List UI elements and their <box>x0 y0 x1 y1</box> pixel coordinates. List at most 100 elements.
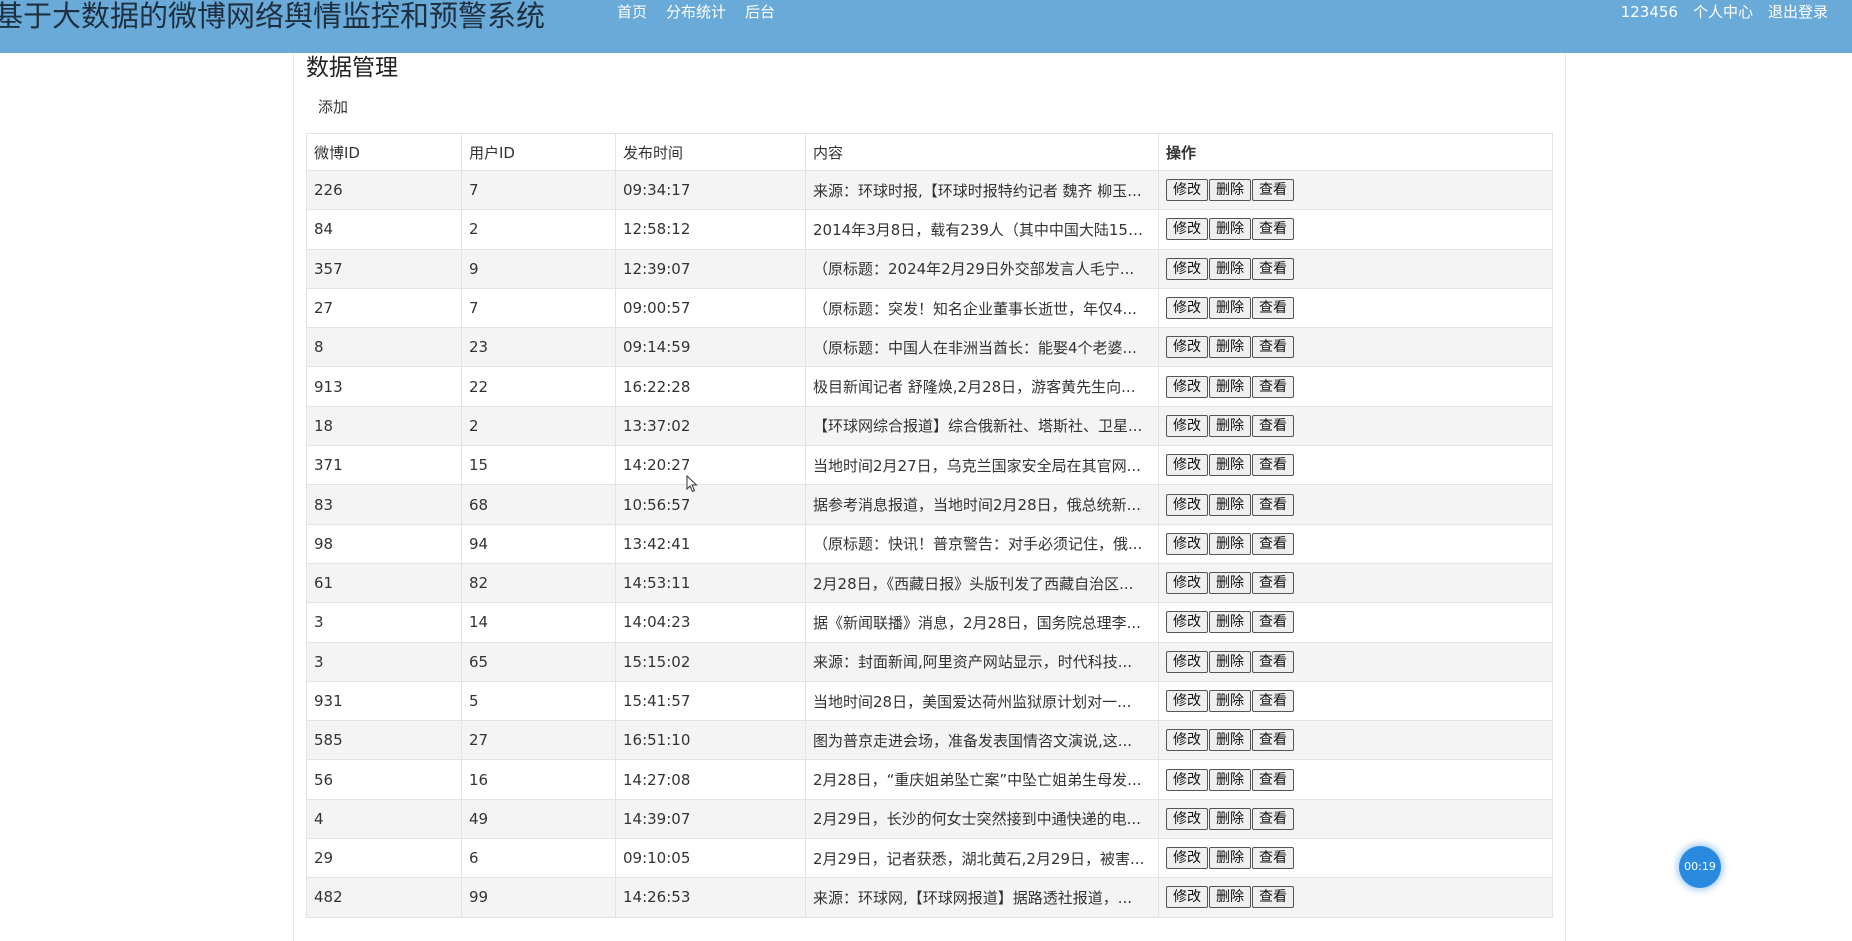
column-header-publish-time: 发布时间 <box>615 133 806 171</box>
edit-button[interactable]: 修改 <box>1166 297 1208 320</box>
table-row: 931 5 15:41:57 当地时间28日，美国爱达荷州监狱原计划对一... 修改 删除… <box>306 680 1553 722</box>
delete-button[interactable]: 删除 <box>1209 218 1251 241</box>
edit-button[interactable]: 修改 <box>1166 179 1208 202</box>
edit-button[interactable]: 修改 <box>1166 532 1208 555</box>
edit-button[interactable]: 修改 <box>1166 847 1208 870</box>
logout-link[interactable]: 退出登录 <box>1768 0 1828 24</box>
edit-button[interactable]: 修改 <box>1166 454 1208 477</box>
add-button[interactable]: 添加 <box>318 96 348 118</box>
delete-button[interactable]: 删除 <box>1209 650 1251 673</box>
table-row: 226 7 09:34:17 来源：环球时报,【环球时报特约记者 魏齐 柳玉... 修改… <box>306 169 1553 211</box>
view-button[interactable]: 查看 <box>1252 414 1294 437</box>
view-button[interactable]: 查看 <box>1252 768 1294 791</box>
edit-button[interactable]: 修改 <box>1166 572 1208 595</box>
table-row: 8 23 09:14:59 （原标题：中国人在非洲当酋长：能娶4个老婆... 修改 删除查… <box>306 327 1553 368</box>
cell-actions: 修改 删除 查看 <box>1158 209 1553 250</box>
edit-button[interactable]: 修改 <box>1166 886 1208 909</box>
view-button[interactable]: 查看 <box>1252 336 1294 359</box>
nav-distribution-stats[interactable]: 分布统计 <box>666 0 726 24</box>
cell-weibo-id: 8 <box>306 327 462 368</box>
cell-weibo-id: 61 <box>306 562 462 604</box>
cell-actions: 修改 删除 查看 <box>1158 287 1553 329</box>
edit-button[interactable]: 修改 <box>1166 611 1208 634</box>
delete-button[interactable]: 删除 <box>1209 572 1251 595</box>
view-button[interactable]: 查看 <box>1252 572 1294 595</box>
table-row: 371 15 14:20:27 当地时间2月27日，乌克兰国家安全局在其官网... 修改… <box>306 445 1553 486</box>
view-button[interactable]: 查看 <box>1252 257 1294 280</box>
cell-weibo-id: 3 <box>306 641 462 682</box>
view-button[interactable]: 查看 <box>1252 729 1294 752</box>
column-header-content: 内容 <box>805 133 1159 171</box>
cell-actions: 修改 删除 查看 <box>1158 327 1553 368</box>
cell-user-id: 9 <box>461 248 616 289</box>
view-button[interactable]: 查看 <box>1252 493 1294 516</box>
delete-button[interactable]: 删除 <box>1209 847 1251 870</box>
view-button[interactable]: 查看 <box>1252 847 1294 870</box>
nav-admin[interactable]: 后台 <box>745 0 775 24</box>
delete-button[interactable]: 删除 <box>1209 375 1251 398</box>
view-button[interactable]: 查看 <box>1252 650 1294 673</box>
cell-user-id: 23 <box>461 327 616 368</box>
username-label: 123456 <box>1620 3 1678 21</box>
edit-button[interactable]: 修改 <box>1166 257 1208 280</box>
delete-button[interactable]: 删除 <box>1209 729 1251 752</box>
cell-content: 【环球网综合报道】综合俄新社、塔斯社、卫星... <box>805 405 1159 447</box>
delete-button[interactable]: 删除 <box>1209 690 1251 712</box>
cell-content: 2月29日，长沙的何女士突然接到中通快递的电... <box>805 798 1159 840</box>
timer-badge[interactable]: 00:19 <box>1679 846 1721 888</box>
cell-actions: 修改 删除 查看 <box>1158 641 1553 682</box>
edit-button[interactable]: 修改 <box>1166 218 1208 241</box>
nav-home[interactable]: 首页 <box>617 0 647 24</box>
delete-button[interactable]: 删除 <box>1209 257 1251 280</box>
cell-user-id: 94 <box>461 523 616 564</box>
cell-user-id: 6 <box>461 838 616 879</box>
cell-actions: 修改 删除 查看 <box>1158 366 1553 407</box>
edit-button[interactable]: 修改 <box>1166 650 1208 673</box>
delete-button[interactable]: 删除 <box>1209 768 1251 791</box>
view-button[interactable]: 查看 <box>1252 807 1294 830</box>
delete-button[interactable]: 删除 <box>1209 611 1251 634</box>
table-row: 29 6 09:10:05 2月29日，记者获悉，湖北黄石,2月29日，被害... 修改… <box>306 838 1553 879</box>
view-button[interactable]: 查看 <box>1252 690 1294 712</box>
edit-button[interactable]: 修改 <box>1166 336 1208 359</box>
view-button[interactable]: 查看 <box>1252 611 1294 634</box>
edit-button[interactable]: 修改 <box>1166 375 1208 398</box>
cell-actions: 修改 删除 查看 <box>1158 523 1553 564</box>
edit-button[interactable]: 修改 <box>1166 729 1208 752</box>
view-button[interactable]: 查看 <box>1252 179 1294 202</box>
delete-button[interactable]: 删除 <box>1209 493 1251 516</box>
table-row: 84 2 12:58:12 2014年3月8日，载有239人（其中中国大陆153...… <box>306 209 1553 250</box>
delete-button[interactable]: 删除 <box>1209 532 1251 555</box>
edit-button[interactable]: 修改 <box>1166 690 1208 712</box>
cell-publish-time: 15:41:57 <box>615 680 806 722</box>
delete-button[interactable]: 删除 <box>1209 886 1251 909</box>
delete-button[interactable]: 删除 <box>1209 414 1251 437</box>
view-button[interactable]: 查看 <box>1252 454 1294 477</box>
delete-button[interactable]: 删除 <box>1209 297 1251 320</box>
profile-link[interactable]: 个人中心 <box>1693 0 1753 24</box>
cell-content: 2月28日，“重庆姐弟坠亡案”中坠亡姐弟生母发... <box>805 759 1159 800</box>
view-button[interactable]: 查看 <box>1252 297 1294 320</box>
view-button[interactable]: 查看 <box>1252 218 1294 241</box>
edit-button[interactable]: 修改 <box>1166 493 1208 516</box>
cell-content: 2月28日，《西藏日报》头版刊发了西藏自治区... <box>805 562 1159 604</box>
cell-publish-time: 14:04:23 <box>615 602 806 643</box>
top-navbar: 基于大数据的微博网络舆情监控和预警系统 首页 分布统计 后台 123456 个人… <box>0 0 1852 53</box>
delete-button[interactable]: 删除 <box>1209 336 1251 359</box>
table-body: 226 7 09:34:17 来源：环球时报,【环球时报特约记者 魏齐 柳玉... 修改… <box>306 169 1553 918</box>
edit-button[interactable]: 修改 <box>1166 414 1208 437</box>
edit-button[interactable]: 修改 <box>1166 768 1208 791</box>
cell-actions: 修改 删除 查看 <box>1158 838 1553 879</box>
view-button[interactable]: 查看 <box>1252 886 1294 909</box>
cell-weibo-id: 3 <box>306 602 462 643</box>
cell-content: 2014年3月8日，载有239人（其中中国大陆153... <box>805 209 1159 250</box>
edit-button[interactable]: 修改 <box>1166 807 1208 830</box>
view-button[interactable]: 查看 <box>1252 532 1294 555</box>
delete-button[interactable]: 删除 <box>1209 454 1251 477</box>
view-button[interactable]: 查看 <box>1252 375 1294 398</box>
cell-weibo-id: 931 <box>306 680 462 722</box>
cell-user-id: 27 <box>461 720 616 761</box>
delete-button[interactable]: 删除 <box>1209 179 1251 202</box>
cell-weibo-id: 585 <box>306 720 462 761</box>
delete-button[interactable]: 删除 <box>1209 807 1251 830</box>
